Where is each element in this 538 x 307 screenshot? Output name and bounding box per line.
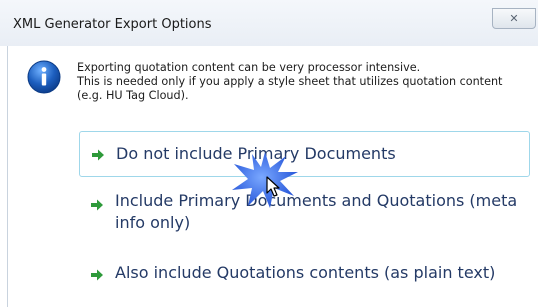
close-icon: ✕ (509, 12, 519, 25)
option-do-not-include[interactable]: Do not include Primary Documents (79, 131, 530, 177)
green-arrow-icon (91, 269, 103, 281)
info-icon (27, 60, 61, 94)
option-label: Include Primary Documents and Quotations… (115, 191, 518, 232)
click-burst-icon (232, 152, 298, 208)
option-include-quotation-contents[interactable]: Also include Quotations contents (as pla… (79, 258, 530, 294)
option-label: Also include Quotations contents (as pla… (115, 263, 496, 282)
message-line: This is needed only if you apply a style… (77, 75, 503, 88)
message-line: (e.g. HU Tag Cloud). (77, 89, 189, 102)
mouse-cursor-icon (266, 176, 280, 197)
green-arrow-icon (91, 199, 103, 211)
green-arrow-icon (92, 149, 104, 161)
dialog-title: XML Generator Export Options (13, 17, 212, 32)
option-label: Do not include Primary Documents (116, 144, 396, 163)
message-line: Exporting quotation content can be very … (77, 61, 421, 74)
info-message: Exporting quotation content can be very … (77, 61, 537, 103)
title-bar: XML Generator Export Options ✕ (0, 0, 538, 46)
close-button[interactable]: ✕ (492, 8, 536, 29)
option-include-meta-info[interactable]: Include Primary Documents and Quotations… (79, 186, 530, 244)
